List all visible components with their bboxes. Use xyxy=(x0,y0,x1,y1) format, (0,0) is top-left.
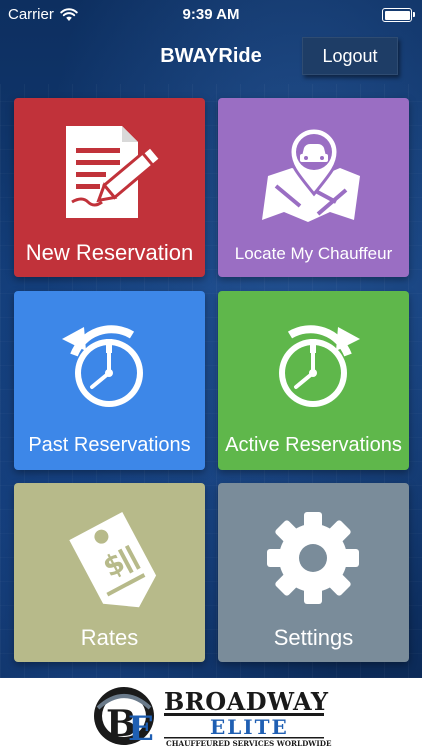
new-reservation-icon xyxy=(66,126,163,218)
gear-icon xyxy=(267,512,359,604)
status-time: 9:39 AM xyxy=(182,6,240,23)
logout-button[interactable]: Logout xyxy=(302,37,398,75)
battery-icon xyxy=(382,8,415,22)
tile-label: Locate My Chauffeur xyxy=(234,244,393,263)
logo-initials-e: E xyxy=(128,709,154,748)
tile-rates[interactable]: $ Rates xyxy=(14,483,205,662)
broadway-elite-logo: B E BROADWAY ELITE CHAUFFEURED SERVICES … xyxy=(94,687,332,748)
price-tag-icon: $ xyxy=(69,511,157,608)
tile-label: Past Reservations xyxy=(28,434,191,456)
clock-back-arrow-icon xyxy=(62,325,143,407)
footer-banner: B E BROADWAY ELITE CHAUFFEURED SERVICES … xyxy=(0,678,422,750)
tile-label: Active Reservations xyxy=(225,434,402,456)
tile-locate-my-chauffeur[interactable]: Locate My Chauffeur xyxy=(218,98,409,277)
logo-name-bottom: ELITE xyxy=(210,715,289,739)
logo-name-top: BROADWAY xyxy=(164,687,329,716)
tile-label: Settings xyxy=(273,625,354,650)
tile-past-reservations[interactable]: Past Reservations xyxy=(14,291,205,470)
tile-label: New Reservation xyxy=(25,240,194,265)
tile-active-reservations[interactable]: Active Reservations xyxy=(218,291,409,470)
map-pin-car-icon xyxy=(262,126,360,222)
clock-forward-arrow-icon xyxy=(279,325,360,407)
tile-label: Rates xyxy=(80,625,139,650)
tile-settings[interactable]: Settings xyxy=(218,483,409,662)
status-bar: Carrier 9:39 AM xyxy=(0,0,422,30)
navigation-bar: BWAYRide Logout xyxy=(0,30,422,84)
logo-tagline: CHAUFFEURED SERVICES WORLDWIDE xyxy=(166,739,332,748)
tile-new-reservation[interactable]: New Reservation xyxy=(14,98,205,277)
